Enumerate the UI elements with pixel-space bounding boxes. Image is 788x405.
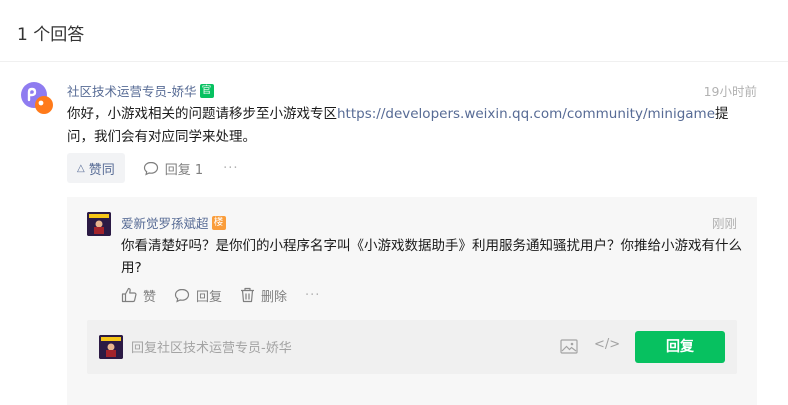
more-button[interactable]: ··· <box>223 161 238 176</box>
triangle-up-icon: △ <box>77 162 85 174</box>
reply-more-button[interactable]: ··· <box>305 288 320 303</box>
answer-actions: △ 赞同 回复 1 ··· <box>67 153 239 183</box>
reply-delete-button[interactable]: 删除 <box>240 286 287 305</box>
reply-label: 回复 1 <box>164 162 204 178</box>
reply-content: 你看清楚好吗？是你们的小程序名字叫《小游戏数据助手》利用服务通知骚扰用户？你推给… <box>121 238 742 276</box>
like-label: 赞同 <box>88 162 115 178</box>
reply-input-bar[interactable]: 回复社区技术运营专员-娇华 </> 回复 <box>87 320 737 374</box>
reply-input-placeholder[interactable]: 回复社区技术运营专员-娇华 <box>131 337 292 356</box>
reply-delete-label: 删除 <box>261 289 288 305</box>
answer-author[interactable]: 社区技术运营专员-娇华 官 <box>67 81 214 100</box>
comment-icon <box>174 288 190 302</box>
answer-time: 19小时前 <box>703 84 757 99</box>
avatar-image-icon <box>87 212 111 236</box>
image-icon <box>560 339 578 354</box>
reply-like-label: 赞 <box>143 289 157 305</box>
official-badge: 官 <box>199 83 214 98</box>
answer-content: 你好，小游戏相关的问题请移步至小游戏专区https://developers.w… <box>67 103 747 149</box>
answer-text-before-link: 你好，小游戏相关的问题请移步至小游戏专区 <box>67 106 337 122</box>
reply-author-name[interactable]: 爱新觉罗孫斌超 <box>121 213 209 232</box>
thumbs-up-icon <box>121 287 137 303</box>
reply-author[interactable]: 爱新觉罗孫斌超 楼 <box>121 213 226 232</box>
current-user-avatar <box>99 335 123 359</box>
reply-like-button[interactable]: 赞 <box>121 286 156 305</box>
comment-icon <box>143 161 158 175</box>
image-upload-button[interactable] <box>560 339 578 358</box>
code-insert-button[interactable]: </> <box>594 337 620 352</box>
avatar-image-icon <box>99 335 123 359</box>
divider <box>0 61 788 62</box>
reply-actions: 赞 回复 删除 ··· <box>121 284 320 306</box>
answer-link[interactable]: https://developers.weixin.qq.com/communi… <box>337 106 715 122</box>
reply-time: 刚刚 <box>711 216 737 231</box>
answer-author-name[interactable]: 社区技术运营专员-娇华 <box>67 81 197 100</box>
avatar-logo-icon <box>21 82 53 114</box>
reply-reply-label: 回复 <box>196 289 223 305</box>
like-button[interactable]: △ 赞同 <box>67 153 125 183</box>
trash-icon <box>241 287 255 303</box>
reply-thread: 爱新觉罗孫斌超 楼 刚刚 你看清楚好吗？是你们的小程序名字叫《小游戏数据助手》利… <box>67 197 757 405</box>
reply-button[interactable]: 回复 1 <box>143 159 203 178</box>
reply-avatar[interactable] <box>87 212 111 236</box>
reply-reply-button[interactable]: 回复 <box>174 286 222 305</box>
send-reply-button[interactable]: 回复 <box>635 331 725 363</box>
avatar[interactable] <box>20 81 54 115</box>
floor-owner-badge: 楼 <box>211 215 226 230</box>
answer-count-title: 1 个回答 <box>17 25 85 45</box>
